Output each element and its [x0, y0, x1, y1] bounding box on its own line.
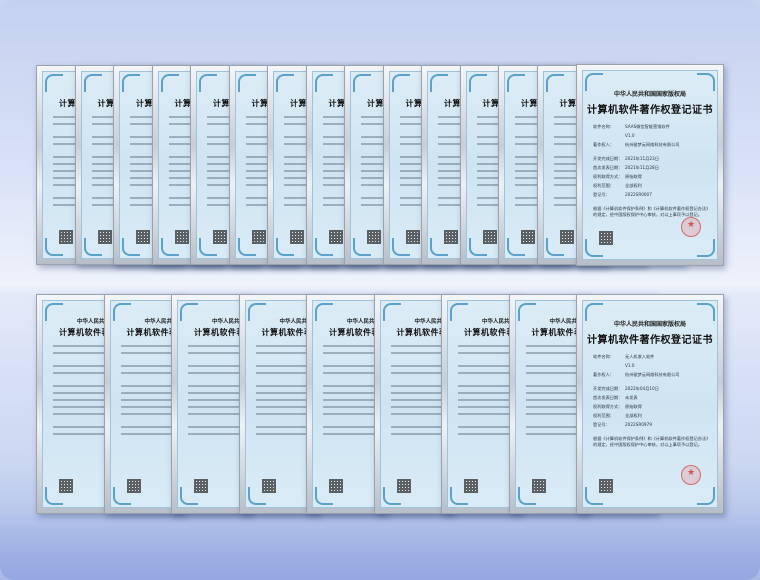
- official-seal-icon: [681, 465, 701, 485]
- certificate-title: 计算机软件著作权登记证书: [587, 335, 713, 346]
- field-label: 登记号：: [593, 422, 610, 427]
- field-value: 2022SR0007: [625, 192, 652, 197]
- certificate-field: V1.0: [593, 362, 709, 369]
- field-label: 权利范围：: [593, 413, 614, 418]
- field-value: 原始取得: [625, 404, 642, 409]
- qr-code: [405, 230, 420, 244]
- certificate-field: 权利范围： 全部权利: [593, 412, 709, 419]
- qr-code: [174, 230, 189, 244]
- field-label: 权利范围：: [593, 183, 614, 188]
- certificate-row-bottom: 中华人民共和国国家版权局计算机软件著作权登记证书中华人民共和国国家版权局计算机软…: [0, 292, 760, 522]
- field-label: 首次发表日期：: [593, 165, 623, 170]
- qr-code: [329, 479, 343, 493]
- field-label: 权利取得方式：: [593, 174, 623, 179]
- certificate-front: 中华人民共和国国家版权局计算机软件著作权登记证书软件名称： SAAS微信智能营销软…: [576, 64, 724, 266]
- qr-code: [136, 230, 150, 244]
- field-value: 2021年11月23日: [625, 156, 659, 161]
- field-label: 权利取得方式：: [593, 404, 623, 409]
- certificate-field: 著作权人： 杭州骏梦云网络科技有限公司: [593, 371, 709, 378]
- qr-code: [97, 230, 112, 244]
- field-value: SAAS微信智能营销软件: [625, 124, 670, 129]
- field-value: 全部权利: [625, 183, 642, 188]
- certificate-issuer: 中华人民共和国国家版权局: [613, 91, 686, 98]
- corner-ornament: [697, 487, 715, 505]
- field-label: 开发完成日期：: [593, 386, 623, 391]
- qr-code: [290, 230, 304, 244]
- qr-code: [482, 230, 497, 244]
- qr-code: [396, 479, 411, 493]
- field-value: 原始取得: [625, 174, 642, 179]
- qr-code: [126, 479, 141, 493]
- certificate-field: 开发完成日期： 2021年11月23日: [593, 155, 709, 162]
- certificate-note: 根据《计算机软件保护条例》和《计算机软件著作权登记办法》的规定，经中国版权保护中…: [593, 436, 709, 447]
- certificate-field: 首次发表日期： 2021年11月28日: [593, 164, 709, 171]
- certificate-field: 登记号： 2022SR0007: [593, 191, 709, 198]
- certificate-field: 权利取得方式： 原始取得: [593, 403, 709, 410]
- field-label: 软件名称：: [593, 124, 614, 129]
- field-value: 2021年11月28日: [625, 165, 659, 170]
- field-value: 无人机收入软件: [625, 354, 655, 359]
- field-value: 杭州骏梦云网络科技有限公司: [625, 372, 680, 377]
- qr-code: [464, 479, 478, 493]
- certificate-field: 首次发表日期： 未发表: [593, 394, 709, 401]
- certificate-wall: 中华人民共和国国家版权局计算机软件著作权登记证书中华人民共和国国家版权局计算机软…: [0, 0, 760, 580]
- qr-code: [59, 479, 73, 493]
- field-value: 未发表: [625, 395, 638, 400]
- qr-code: [213, 230, 227, 244]
- certificate-field: 登记号： 2022SR0979: [593, 421, 709, 428]
- official-seal-icon: [681, 217, 701, 237]
- corner-ornament: [697, 239, 715, 257]
- certificate-field: 软件名称： SAAS微信智能营销软件: [593, 123, 709, 130]
- qr-code: [559, 230, 574, 244]
- field-value: 2022SR0979: [625, 422, 652, 427]
- field-value: 全部权利: [625, 413, 642, 418]
- qr-code: [521, 230, 535, 244]
- certificate-paper: 中华人民共和国国家版权局计算机软件著作权登记证书软件名称： 无人机收入软件 V1.0…: [582, 300, 718, 508]
- qr-code: [599, 231, 613, 245]
- field-label: 开发完成日期：: [593, 156, 623, 161]
- certificate-row-top: 中华人民共和国国家版权局计算机软件著作权登记证书中华人民共和国国家版权局计算机软…: [0, 62, 760, 267]
- qr-code: [328, 230, 343, 244]
- field-value: V1.0: [625, 363, 635, 368]
- certificate-issuer: 中华人民共和国国家版权局: [613, 321, 686, 328]
- certificate-field: 著作权人： 杭州骏梦云网络科技有限公司: [593, 141, 709, 148]
- certificate-field: 软件名称： 无人机收入软件: [593, 353, 709, 360]
- certificate-field: 权利取得方式： 原始取得: [593, 173, 709, 180]
- field-value: V1.0: [625, 133, 635, 138]
- qr-code: [261, 479, 276, 493]
- qr-code: [599, 479, 613, 493]
- certificate-field: 开发完成日期： 2022年04月10日: [593, 385, 709, 392]
- field-label: 首次发表日期：: [593, 395, 623, 400]
- certificate-paper: 中华人民共和国国家版权局计算机软件著作权登记证书软件名称： SAAS微信智能营销软…: [582, 70, 718, 260]
- field-value: 杭州骏梦云网络科技有限公司: [625, 142, 680, 147]
- certificate-front: 中华人民共和国国家版权局计算机软件著作权登记证书软件名称： 无人机收入软件 V1.0…: [576, 294, 724, 514]
- certificate-field: V1.0: [593, 132, 709, 139]
- certificate-field: 权利范围： 全部权利: [593, 182, 709, 189]
- certificate-title: 计算机软件著作权登记证书: [587, 105, 713, 116]
- qr-code: [444, 230, 458, 244]
- field-label: 著作权人：: [593, 142, 614, 147]
- qr-code: [531, 479, 546, 493]
- field-label: 软件名称：: [593, 354, 614, 359]
- field-value: 2022年04月10日: [625, 386, 659, 391]
- qr-code: [251, 230, 266, 244]
- qr-code: [367, 230, 381, 244]
- qr-code: [194, 479, 208, 493]
- field-label: 登记号：: [593, 192, 610, 197]
- field-label: 著作权人：: [593, 372, 614, 377]
- qr-code: [59, 230, 73, 244]
